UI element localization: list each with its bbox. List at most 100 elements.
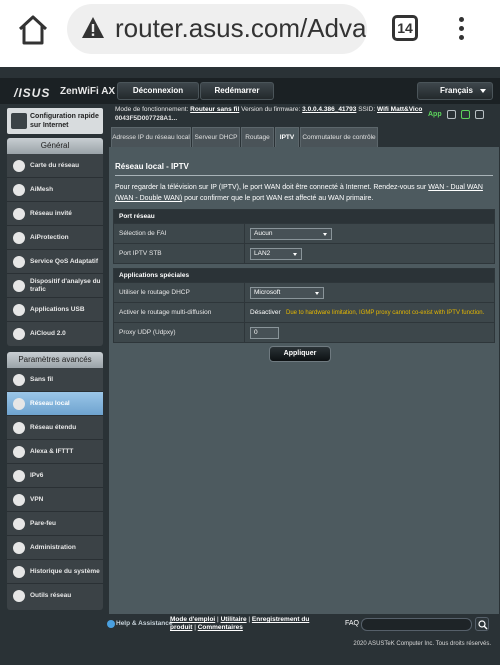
sidebar-item-label: IPv6 bbox=[30, 472, 44, 479]
sidebar-item-label: Alexa & IFTTT bbox=[30, 448, 74, 455]
description-text: Pour regarder la télévision sur IP (IPTV… bbox=[115, 184, 429, 191]
sidebar-item-aicloud[interactable]: AiCloud 2.0 bbox=[7, 322, 103, 346]
serial-number: 0043F5D007728A1... bbox=[115, 115, 178, 122]
gear-icon bbox=[13, 542, 25, 554]
sidebar-item-label: Applications USB bbox=[30, 306, 85, 313]
tab-switch-control[interactable]: Commutateur de contrôle bbox=[300, 127, 378, 147]
sidebar-item-label: AiProtection bbox=[30, 234, 69, 241]
stb-port-select[interactable]: LAN2 bbox=[250, 248, 302, 260]
multicast-label: Activer le routage multi-diffusion bbox=[119, 303, 245, 323]
udpxy-label: Proxy UDP (Udpxy) bbox=[119, 323, 245, 343]
dhcp-routing-select[interactable]: Microsoft bbox=[250, 287, 324, 299]
sidebar-item-vpn[interactable]: VPN bbox=[7, 488, 103, 512]
vpn-icon bbox=[13, 494, 25, 506]
sidebar-advanced-title: Paramètres avancés bbox=[7, 352, 103, 368]
sidebar-item-usb-apps[interactable]: Applications USB bbox=[7, 298, 103, 322]
internet-status-icon[interactable] bbox=[461, 110, 470, 119]
status-line: Mode de fonctionnement: Routeur sans fil… bbox=[115, 106, 422, 113]
tab-iptv[interactable]: IPTV bbox=[275, 127, 299, 147]
model-name: ZenWiFi AX bbox=[60, 86, 116, 97]
sidebar-advanced: Paramètres avancés Sans fil Réseau local… bbox=[7, 352, 103, 610]
stb-label: Port IPTV STB bbox=[119, 244, 245, 264]
sidebar-item-administration[interactable]: Administration bbox=[7, 536, 103, 560]
tab-dhcp-server[interactable]: Serveur DHCP bbox=[192, 127, 240, 147]
dhcp-routing-label: Utiliser le routage DHCP bbox=[119, 283, 245, 303]
client-status-icon[interactable] bbox=[447, 110, 456, 119]
sidebar-item-firewall[interactable]: Pare-feu bbox=[7, 512, 103, 536]
dhcp-routing-row: Utiliser le routage DHCP Microsoft bbox=[114, 282, 494, 303]
sidebar-item-qos[interactable]: Service QoS Adaptatif bbox=[7, 250, 103, 274]
sidebar-item-wan[interactable]: Réseau étendu bbox=[7, 416, 103, 440]
tab-switcher-button[interactable]: 14 bbox=[392, 15, 418, 41]
chevron-down-icon bbox=[315, 292, 319, 295]
alexa-icon bbox=[13, 446, 25, 458]
sidebar-item-lan[interactable]: Réseau local bbox=[7, 392, 103, 416]
isp-row: Sélection de FAI Aucun bbox=[114, 223, 494, 244]
sidebar-item-wireless[interactable]: Sans fil bbox=[7, 368, 103, 392]
usb-status-icon[interactable] bbox=[475, 110, 484, 119]
comments-link[interactable]: Commentaires bbox=[198, 624, 243, 631]
sidebar-general-title: Général bbox=[7, 138, 103, 154]
description-text: pour confirmer que le port WAN est affec… bbox=[182, 195, 374, 202]
udpxy-input[interactable]: 0 bbox=[250, 327, 279, 339]
copyright-text: 2020 ASUSTeK Computer Inc. Tous droits r… bbox=[353, 641, 491, 647]
sidebar-item-system-log[interactable]: Historique du système bbox=[7, 560, 103, 584]
sidebar-item-guest-network[interactable]: Réseau invité bbox=[7, 202, 103, 226]
qos-icon bbox=[13, 256, 25, 268]
footer: Help & Assistance Mode d'emploi | Utilit… bbox=[102, 614, 500, 636]
aimesh-icon bbox=[13, 184, 25, 196]
asus-logo: /ISUS bbox=[14, 86, 51, 100]
sidebar-item-label: Pare-feu bbox=[30, 520, 57, 527]
tab-lan-ip[interactable]: Adresse IP du réseau local bbox=[111, 127, 191, 147]
faq-search-input[interactable] bbox=[361, 618, 472, 631]
manual-link[interactable]: Mode d'emploi bbox=[170, 616, 215, 623]
mode-value-link[interactable]: Routeur sans fil bbox=[190, 106, 239, 113]
sidebar-item-network-map[interactable]: Carte du réseau bbox=[7, 154, 103, 178]
address-bar[interactable]: router.asus.com/Adva bbox=[67, 4, 367, 54]
utility-link[interactable]: Utilitaire bbox=[221, 616, 247, 623]
sidebar-item-network-tools[interactable]: Outils réseau bbox=[7, 584, 103, 608]
udpxy-row: Proxy UDP (Udpxy) 0 bbox=[114, 322, 494, 343]
multicast-value: Désactiver bbox=[250, 309, 281, 316]
search-icon[interactable] bbox=[475, 617, 489, 631]
log-icon bbox=[13, 566, 25, 578]
firmware-value-link[interactable]: 3.0.0.4.386_41793 bbox=[302, 106, 356, 113]
quick-setup-icon bbox=[11, 113, 27, 129]
shield-icon bbox=[13, 232, 25, 244]
isp-label: Sélection de FAI bbox=[119, 224, 245, 244]
reboot-button[interactable]: Redémarrer bbox=[200, 82, 274, 100]
logout-button[interactable]: Déconnexion bbox=[117, 82, 199, 100]
language-value: Français bbox=[440, 86, 473, 95]
page-title: Réseau local - IPTV bbox=[115, 162, 189, 171]
router-header: /ISUS ZenWiFi AX Déconnexion Redémarrer … bbox=[0, 78, 500, 104]
page-description: Pour regarder la télévision sur IP (IPTV… bbox=[115, 182, 491, 204]
sidebar-item-label: Réseau étendu bbox=[30, 424, 77, 431]
lan-icon bbox=[13, 398, 25, 410]
sidebar-general: Général Carte du réseau AiMesh Réseau in… bbox=[7, 138, 103, 346]
ipv6-icon bbox=[13, 470, 25, 482]
home-icon[interactable] bbox=[16, 13, 50, 47]
multicast-note: Due to hardware limitation, IGMP proxy c… bbox=[286, 310, 485, 316]
isp-select[interactable]: Aucun bbox=[250, 228, 332, 240]
sidebar-item-label: Réseau local bbox=[30, 400, 70, 407]
help-icon bbox=[107, 620, 115, 628]
sidebar-item-aimesh[interactable]: AiMesh bbox=[7, 178, 103, 202]
sidebar-item-alexa[interactable]: Alexa & IFTTT bbox=[7, 440, 103, 464]
url-text: router.asus.com/Adva bbox=[115, 13, 367, 43]
tab-routing[interactable]: Routage bbox=[241, 127, 274, 147]
sidebar-item-label: Carte du réseau bbox=[30, 162, 80, 169]
app-link[interactable]: App bbox=[428, 111, 442, 118]
sidebar-item-label: AiMesh bbox=[30, 186, 54, 193]
sidebar-item-traffic-analyzer[interactable]: Dispositif d'analyse du trafic bbox=[7, 274, 103, 298]
sidebar-item-label: Sans fil bbox=[30, 376, 54, 383]
quick-setup-button[interactable]: Configuration rapide sur Internet bbox=[7, 108, 103, 134]
language-select[interactable]: Français bbox=[417, 82, 493, 100]
sidebar-item-ipv6[interactable]: IPv6 bbox=[7, 464, 103, 488]
sidebar-item-aiprotection[interactable]: AiProtection bbox=[7, 226, 103, 250]
special-apps-title: Applications spéciales bbox=[114, 269, 494, 282]
network-map-icon bbox=[13, 160, 25, 172]
sidebar-item-label: Réseau invité bbox=[30, 210, 72, 217]
overflow-menu-icon[interactable] bbox=[454, 14, 468, 44]
footer-links: Mode d'emploi | Utilitaire | Enregistrem… bbox=[170, 616, 318, 632]
apply-button[interactable]: Appliquer bbox=[269, 346, 331, 362]
